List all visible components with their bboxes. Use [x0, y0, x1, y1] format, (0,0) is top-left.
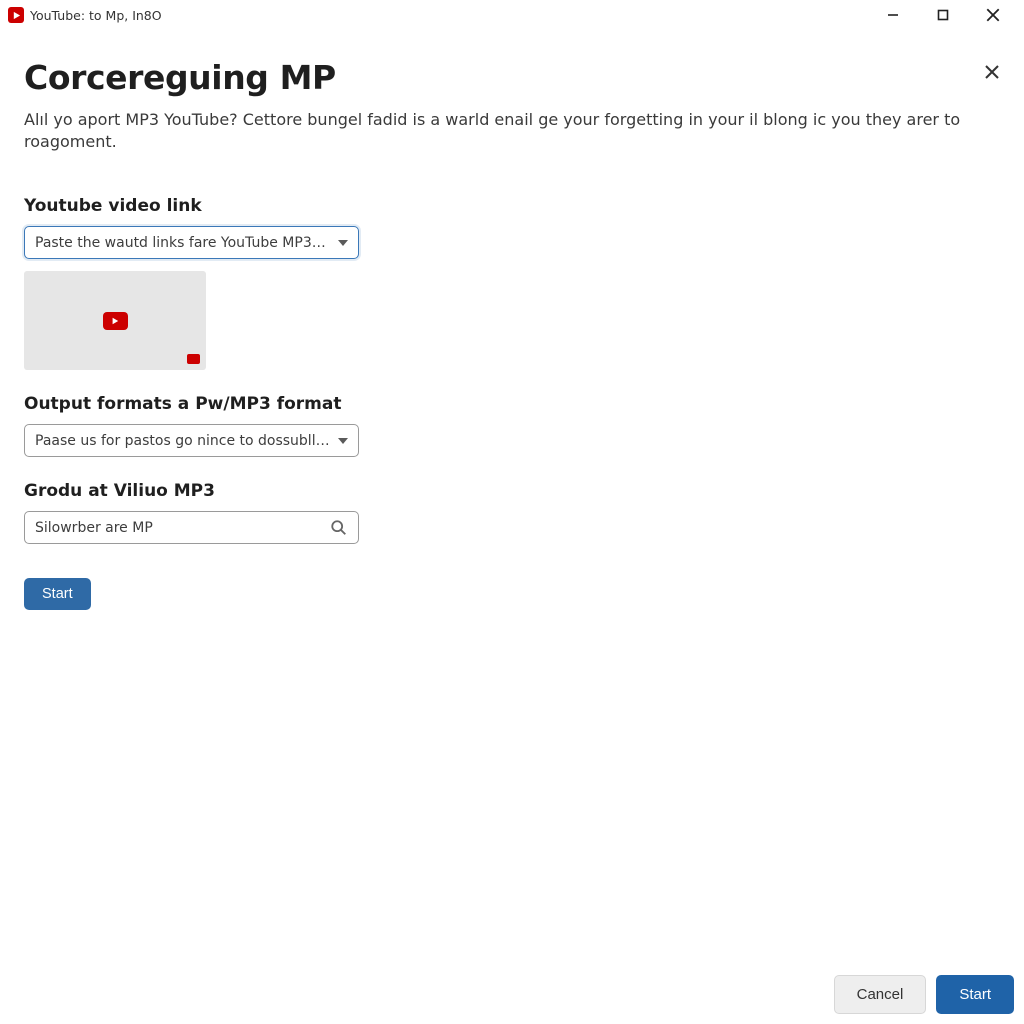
output-format-select[interactable]: Paase us for pastos go nince to dossubll… — [24, 424, 359, 457]
youtube-link-section: Youtube video link Paste the wautd links… — [24, 196, 1000, 370]
dialog-footer: Cancel Start — [834, 975, 1014, 1014]
minimize-button[interactable] — [882, 4, 904, 26]
youtube-link-input[interactable]: Paste the wautd links fare YouTube MP3 I… — [24, 226, 359, 259]
youtube-link-label: Youtube video link — [24, 196, 1000, 216]
maximize-button[interactable] — [932, 4, 954, 26]
play-icon — [103, 312, 128, 330]
chevron-down-icon — [338, 240, 348, 246]
chevron-down-icon — [338, 438, 348, 444]
cancel-button[interactable]: Cancel — [834, 975, 927, 1014]
video-thumbnail[interactable] — [24, 271, 206, 370]
destination-value: Silowrber are MP — [35, 520, 322, 536]
thumbnail-badge-icon — [187, 354, 200, 364]
page-title: Corcereguing MP — [24, 58, 1000, 97]
destination-section: Grodu at Viliuo MP3 Silowrber are MP — [24, 481, 1000, 544]
destination-label: Grodu at Viliuo MP3 — [24, 481, 1000, 501]
output-format-section: Output formats a Pw/MP3 format Paase us … — [24, 394, 1000, 457]
footer-start-button[interactable]: Start — [936, 975, 1014, 1014]
destination-input[interactable]: Silowrber are MP — [24, 511, 359, 544]
start-button[interactable]: Start — [24, 578, 91, 610]
window-title: YouTube: to Mp, In8O — [30, 8, 162, 23]
page-description: Alıl yo aport MP3 YouTube? Cettore bunge… — [24, 109, 1000, 152]
output-format-placeholder: Paase us for pastos go nince to dossubll… — [35, 433, 330, 449]
app-icon — [8, 7, 24, 23]
output-format-label: Output formats a Pw/MP3 format — [24, 394, 1000, 414]
window-titlebar: YouTube: to Mp, In8O — [0, 0, 1024, 30]
window-controls — [882, 4, 1016, 26]
youtube-link-placeholder: Paste the wautd links fare YouTube MP3 I… — [35, 235, 330, 251]
search-icon — [330, 519, 348, 537]
close-panel-button[interactable] — [980, 60, 1004, 84]
close-window-button[interactable] — [982, 4, 1004, 26]
